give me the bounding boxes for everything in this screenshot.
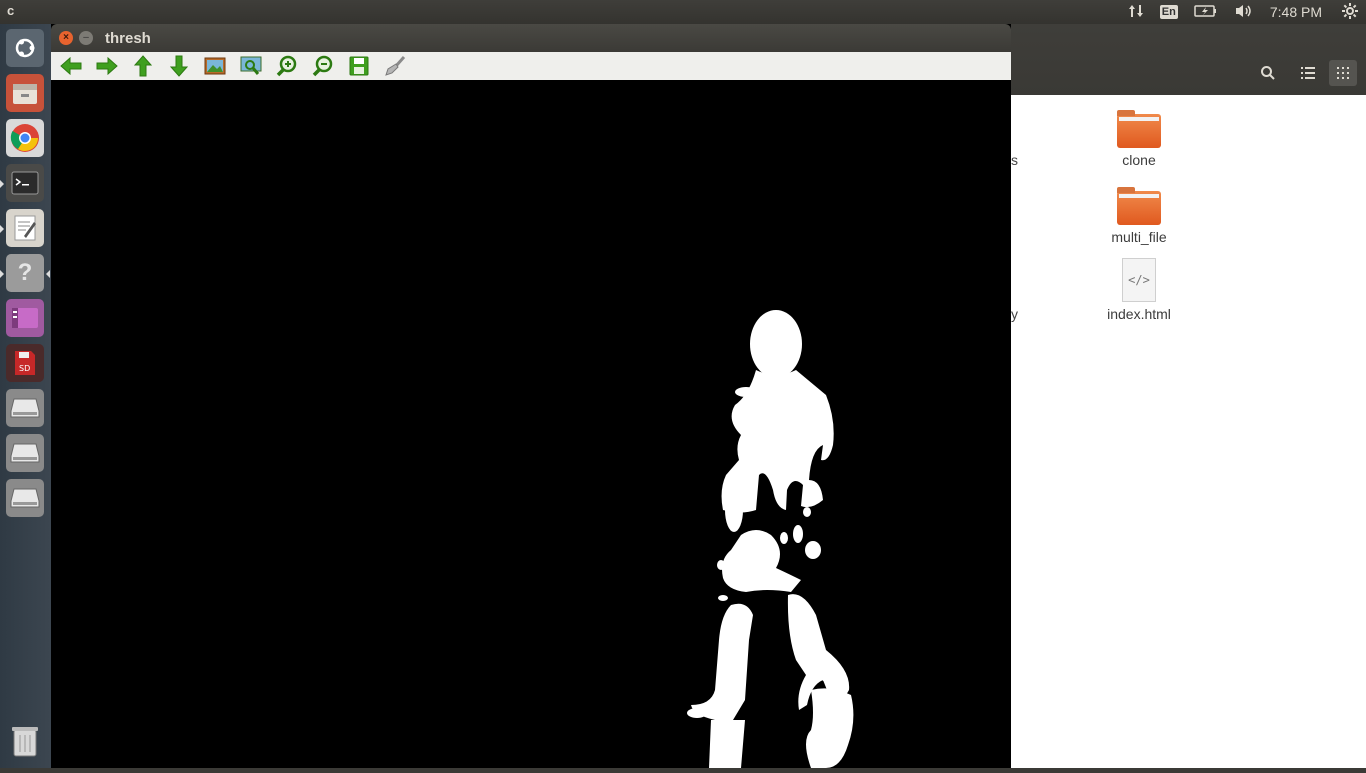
file-item-label: multi_file [1111, 229, 1167, 245]
zoom-out-button[interactable] [310, 54, 336, 78]
sd-card-launcher-button[interactable]: SD [6, 344, 44, 382]
search-icon [1261, 66, 1275, 80]
properties-button[interactable] [382, 54, 408, 78]
zoom-in-icon [276, 55, 297, 77]
running-indicator [0, 270, 4, 278]
drive-launcher-button-1[interactable] [6, 389, 44, 427]
file-item-multi-file[interactable]: multi_file [1084, 187, 1194, 245]
software-center-icon [12, 308, 38, 328]
html-file-icon: </> [1122, 258, 1156, 302]
window-titlebar[interactable]: × – thresh [51, 24, 1011, 52]
files-launcher-button[interactable] [6, 74, 44, 112]
zoom-in-button[interactable] [274, 54, 300, 78]
folder-icon [1117, 187, 1161, 225]
list-view-button[interactable] [1294, 60, 1322, 86]
arrow-up-icon [134, 55, 152, 77]
grid-view-button[interactable] [1329, 60, 1357, 86]
zoom-fit-button[interactable] [238, 54, 264, 78]
file-manager-headerbar [1011, 24, 1366, 95]
close-icon: × [63, 32, 69, 43]
running-indicator [0, 225, 4, 233]
zoom-out-icon [312, 55, 333, 77]
file-manager-window: s y clone multi_file </> index.html [1011, 24, 1366, 768]
window-title: thresh [105, 30, 151, 47]
focused-indicator [46, 270, 50, 278]
help-icon: ? [17, 259, 33, 286]
clipped-item-label: s [1011, 152, 1018, 168]
top-panel: c En 7:48 PM [0, 0, 1366, 24]
ubuntu-dash-button[interactable] [6, 29, 44, 67]
software-center-launcher-button[interactable] [6, 299, 44, 337]
save-icon [349, 56, 369, 76]
clipped-item-label: y [1011, 306, 1018, 322]
keyboard-layout-indicator[interactable]: En [1159, 5, 1178, 19]
brush-icon [385, 56, 406, 76]
settings-gear-icon[interactable] [1342, 2, 1358, 22]
pan-up-button[interactable] [130, 54, 156, 78]
image-toolbar [51, 52, 1011, 81]
drive-icon [10, 443, 40, 463]
drive-icon [10, 488, 40, 508]
file-item-clone[interactable]: clone [1084, 110, 1194, 168]
trash-launcher-button[interactable] [6, 722, 44, 760]
drive-launcher-button-3[interactable] [6, 479, 44, 517]
battery-icon[interactable] [1194, 4, 1218, 21]
image-icon [204, 57, 226, 75]
image-viewer-window: × – thresh [51, 24, 1011, 768]
running-indicator [0, 180, 4, 188]
terminal-launcher-button[interactable] [6, 164, 44, 202]
folder-icon [1117, 110, 1161, 148]
text-editor-launcher-button[interactable] [6, 209, 44, 247]
minimize-icon: – [83, 32, 89, 43]
arrow-left-icon [60, 57, 82, 75]
arrow-right-icon [96, 57, 118, 75]
pan-right-button[interactable] [94, 54, 120, 78]
file-item-index-html[interactable]: </> index.html [1084, 258, 1194, 322]
files-icon [13, 84, 37, 104]
save-image-button[interactable] [346, 54, 372, 78]
arrow-down-icon [170, 55, 188, 77]
reset-zoom-button[interactable] [202, 54, 228, 78]
clock[interactable]: 7:48 PM [1270, 4, 1322, 20]
search-button[interactable] [1254, 60, 1282, 86]
drive-icon [10, 398, 40, 418]
chrome-icon [10, 124, 39, 152]
sd-card-icon: SD [15, 351, 35, 375]
help-launcher-button[interactable]: ? [6, 254, 44, 292]
svg-text:SD: SD [19, 364, 30, 373]
trash-icon [12, 727, 38, 757]
minimize-button[interactable]: – [79, 31, 93, 45]
ubuntu-dash-icon [15, 38, 35, 58]
network-icon[interactable] [1128, 3, 1144, 22]
image-canvas[interactable] [51, 80, 1011, 768]
chrome-launcher-button[interactable] [6, 119, 44, 157]
list-view-icon [1301, 67, 1315, 79]
pan-left-button[interactable] [58, 54, 84, 78]
threshold-image [51, 80, 1011, 768]
close-button[interactable]: × [59, 31, 73, 45]
pan-down-button[interactable] [166, 54, 192, 78]
text-editor-icon [14, 215, 36, 241]
terminal-icon [11, 171, 39, 195]
zoom-fit-icon [240, 56, 262, 75]
drive-launcher-button-2[interactable] [6, 434, 44, 472]
volume-icon[interactable] [1234, 3, 1254, 22]
system-tray: En 7:48 PM [1120, 0, 1366, 24]
file-item-label: index.html [1107, 306, 1171, 322]
app-menu-title[interactable]: c [7, 3, 14, 18]
file-item-label: clone [1122, 152, 1156, 168]
grid-view-icon [1337, 67, 1349, 79]
launcher: ? SD [0, 24, 51, 768]
